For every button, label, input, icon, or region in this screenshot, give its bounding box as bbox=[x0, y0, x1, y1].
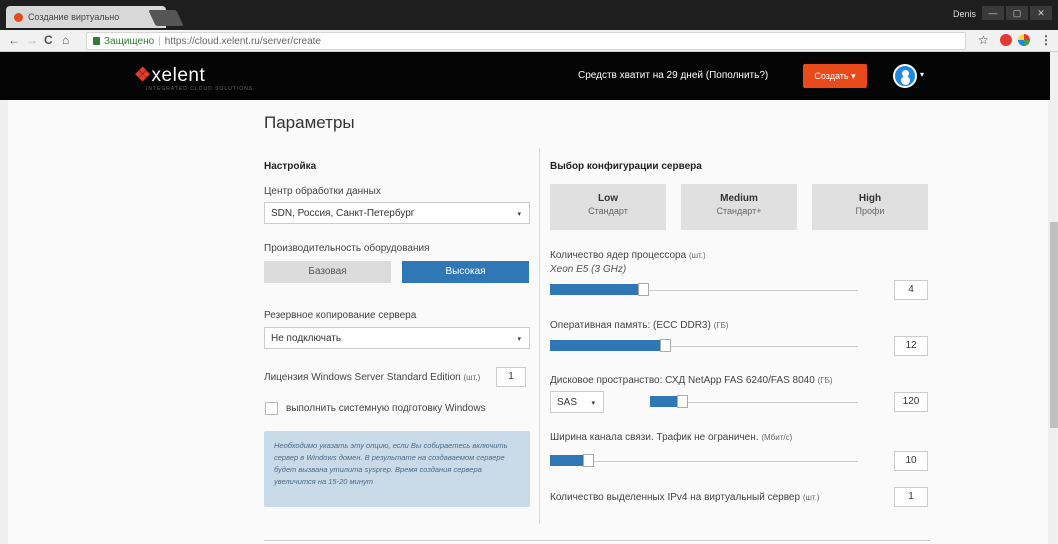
ram-unit: (ГБ) bbox=[713, 321, 729, 330]
preset-subtitle: Стандарт bbox=[588, 206, 628, 216]
sysprep-info-box: Необходимо указать эту опцию, если Вы со… bbox=[264, 431, 530, 507]
preset-subtitle: Профи bbox=[855, 206, 885, 216]
slider-fill bbox=[550, 284, 642, 295]
create-button[interactable]: Создать ▾ bbox=[803, 64, 867, 88]
minimize-button[interactable]: — bbox=[982, 6, 1004, 20]
sysprep-label[interactable]: выполнить системную подготовку Windows bbox=[286, 403, 486, 414]
user-menu-caret-icon[interactable]: ▾ bbox=[920, 70, 924, 79]
logo-tagline: INTEGRATED CLOUD SOLUTIONS bbox=[146, 86, 254, 92]
ram-value-input[interactable]: 12 bbox=[894, 336, 928, 356]
ram-label-text: Оперативная память: (ECC DDR3) bbox=[550, 320, 711, 331]
slider-handle[interactable] bbox=[583, 454, 594, 467]
chevron-down-icon: ▾ bbox=[591, 400, 595, 407]
logo-mark-icon: ❖ bbox=[134, 65, 152, 86]
browser-tabbar: Создание виртуально ✕ Denis — ▢ ✕ bbox=[0, 0, 1058, 30]
lock-icon bbox=[93, 37, 100, 45]
license-label-text: Лицензия Windows Server Standard Edition bbox=[264, 372, 461, 383]
performance-base-button[interactable]: Базовая bbox=[264, 261, 391, 283]
window-close-button[interactable]: ✕ bbox=[1030, 6, 1052, 20]
secure-label: Защищено bbox=[104, 36, 155, 47]
url-separator: | bbox=[158, 36, 161, 47]
logo-text: xelent bbox=[151, 65, 206, 86]
backup-select[interactable]: Не подключать ▾ bbox=[264, 327, 530, 349]
maximize-button[interactable]: ▢ bbox=[1006, 6, 1028, 20]
backup-value: Не подключать bbox=[271, 333, 342, 344]
bandwidth-label: Ширина канала связи. Трафик не ограничен… bbox=[550, 432, 792, 443]
cpu-sublabel: Xeon E5 (3 GHz) bbox=[550, 264, 627, 275]
extension-red-icon[interactable] bbox=[1000, 34, 1012, 46]
cpu-value-input[interactable]: 4 bbox=[894, 280, 928, 300]
browser-tab[interactable]: Создание виртуально ✕ bbox=[6, 6, 166, 28]
sysprep-checkbox[interactable] bbox=[265, 402, 278, 415]
preset-high-card[interactable]: High Профи bbox=[812, 184, 928, 230]
slider-handle[interactable] bbox=[677, 395, 688, 408]
disk-value-input[interactable]: 120 bbox=[894, 392, 928, 412]
preset-subtitle: Стандарт+ bbox=[716, 206, 762, 216]
tab-title: Создание виртуально bbox=[28, 12, 120, 22]
ipv4-value-input[interactable]: 1 bbox=[894, 487, 928, 507]
performance-label: Производительность оборудования bbox=[264, 243, 430, 254]
settings-section-title: Настройка bbox=[264, 161, 317, 172]
config-section-title: Выбор конфигурации сервера bbox=[550, 161, 702, 172]
bookmark-star-icon[interactable]: ☆ bbox=[978, 33, 989, 47]
funds-link[interactable]: Средств хватит на 29 дней (Пополнить?) bbox=[578, 70, 768, 81]
browser-menu-icon[interactable]: ⋮ bbox=[1040, 33, 1052, 47]
datacenter-select[interactable]: SDN, Россия, Санкт-Петербург ▾ bbox=[264, 202, 530, 224]
performance-high-button[interactable]: Высокая bbox=[402, 261, 529, 283]
ipv4-label: Количество выделенных IPv4 на виртуальны… bbox=[550, 492, 820, 503]
column-divider bbox=[539, 148, 540, 524]
preset-medium-card[interactable]: Medium Стандарт+ bbox=[681, 184, 797, 230]
favicon-icon bbox=[14, 13, 23, 22]
cpu-label-text: Количество ядер процессора bbox=[550, 250, 687, 261]
cpu-unit: (шт.) bbox=[688, 251, 706, 260]
preset-title: Low bbox=[598, 193, 618, 204]
disk-unit: (ГБ) bbox=[817, 376, 833, 385]
app-header: ❖xelent INTEGRATED CLOUD SOLUTIONS Средс… bbox=[0, 52, 1050, 100]
forward-icon[interactable]: → bbox=[26, 33, 38, 47]
disk-type-value: SAS bbox=[557, 397, 578, 408]
preset-title: High bbox=[858, 193, 882, 204]
license-quantity-input[interactable]: 1 bbox=[496, 367, 526, 387]
ram-label: Оперативная память: (ECC DDR3) (ГБ) bbox=[550, 320, 729, 331]
bandwidth-label-text: Ширина канала связи. Трафик не ограничен… bbox=[550, 432, 759, 443]
datacenter-value: SDN, Россия, Санкт-Петербург bbox=[271, 208, 415, 219]
xelent-logo[interactable]: ❖xelent bbox=[134, 64, 205, 87]
slider-handle[interactable] bbox=[638, 283, 649, 296]
slider-track[interactable] bbox=[550, 461, 858, 462]
bandwidth-value-input[interactable]: 10 bbox=[894, 451, 928, 471]
window-user-label: Denis bbox=[952, 9, 976, 19]
user-avatar-icon[interactable] bbox=[893, 64, 917, 88]
ipv4-label-text: Количество выделенных IPv4 на виртуальны… bbox=[550, 492, 801, 503]
address-toolbar: ← → C ⌂ Защищено | https://cloud.xelent.ru… bbox=[0, 30, 1058, 52]
page-title: Параметры bbox=[264, 113, 355, 132]
license-label: Лицензия Windows Server Standard Edition… bbox=[264, 372, 480, 383]
url-bar[interactable]: Защищено | https://cloud.xelent.ru/server/… bbox=[86, 32, 966, 50]
slider-fill bbox=[550, 455, 587, 466]
disk-label-text: Дисковое пространство: СХД NetApp FAS 62… bbox=[550, 375, 815, 386]
back-icon[interactable]: ← bbox=[8, 33, 20, 47]
bottom-divider bbox=[264, 540, 930, 541]
scrollbar-thumb[interactable] bbox=[1050, 222, 1058, 428]
preset-low-card[interactable]: Low Стандарт bbox=[550, 184, 666, 230]
disk-type-select[interactable]: SAS ▾ bbox=[550, 391, 604, 413]
extension-colorful-icon[interactable] bbox=[1018, 34, 1030, 46]
bandwidth-unit: (Мбит/с) bbox=[761, 433, 793, 442]
cpu-label: Количество ядер процессора (шт.) bbox=[550, 250, 706, 261]
disk-label: Дисковое пространство: СХД NetApp FAS 62… bbox=[550, 375, 833, 386]
datacenter-label: Центр обработки данных bbox=[264, 186, 381, 197]
slider-handle[interactable] bbox=[660, 339, 671, 352]
reload-icon[interactable]: C bbox=[44, 33, 53, 47]
chevron-down-icon: ▾ bbox=[517, 336, 521, 343]
preset-title: Medium bbox=[720, 193, 758, 204]
chevron-down-icon: ▾ bbox=[517, 211, 521, 218]
license-unit: (шт.) bbox=[463, 373, 481, 382]
backup-label: Резервное копирование сервера bbox=[264, 310, 417, 321]
ipv4-unit: (шт.) bbox=[802, 493, 820, 502]
slider-fill bbox=[550, 340, 664, 351]
url-text: https://cloud.xelent.ru/server/create bbox=[164, 36, 321, 47]
home-icon[interactable]: ⌂ bbox=[62, 33, 69, 47]
